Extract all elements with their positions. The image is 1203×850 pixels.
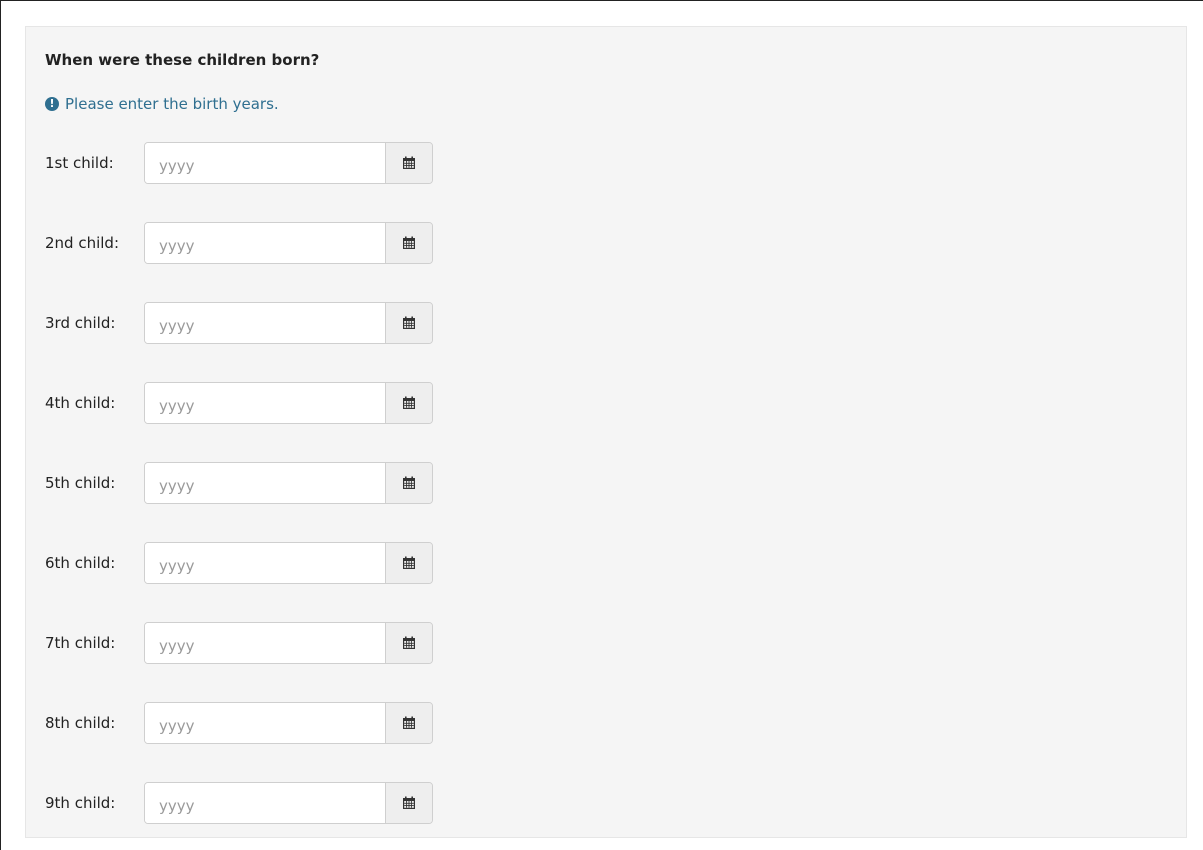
- child-row-3: 3rd child:: [45, 301, 433, 345]
- year-input-4[interactable]: [145, 383, 385, 423]
- year-input-group-3: [144, 302, 433, 344]
- year-input-group-2: [144, 222, 433, 264]
- child-row-2: 2nd child:: [45, 221, 433, 265]
- child-row-1: 1st child:: [45, 141, 433, 185]
- child-label-3: 3rd child:: [45, 314, 116, 332]
- year-input-group-7: [144, 622, 433, 664]
- year-input-5[interactable]: [145, 463, 385, 503]
- child-row-6: 6th child:: [45, 541, 433, 585]
- calendar-icon: [403, 316, 415, 329]
- calendar-icon: [403, 636, 415, 649]
- child-row-9: 9th child:: [45, 781, 433, 825]
- calendar-icon: [403, 716, 415, 729]
- calendar-icon: [403, 556, 415, 569]
- child-label-2: 2nd child:: [45, 234, 120, 252]
- calendar-icon: [403, 396, 415, 409]
- year-input-group-5: [144, 462, 433, 504]
- calendar-icon: [403, 476, 415, 489]
- calendar-icon: [403, 796, 415, 809]
- question-title: When were these children born?: [45, 51, 320, 69]
- calendar-button-2[interactable]: [385, 223, 432, 263]
- calendar-button-6[interactable]: [385, 543, 432, 583]
- year-input-group-6: [144, 542, 433, 584]
- child-label-5: 5th child:: [45, 474, 116, 492]
- hint-text: Please enter the birth years.: [65, 95, 279, 113]
- child-label-4: 4th child:: [45, 394, 116, 412]
- child-label-6: 6th child:: [45, 554, 116, 572]
- exclamation-circle-icon: !: [45, 97, 59, 111]
- calendar-button-7[interactable]: [385, 623, 432, 663]
- year-input-8[interactable]: [145, 703, 385, 743]
- calendar-button-9[interactable]: [385, 783, 432, 823]
- calendar-button-8[interactable]: [385, 703, 432, 743]
- page-frame: When were these children born? ! Please …: [0, 0, 1203, 850]
- child-label-9: 9th child:: [45, 794, 116, 812]
- child-label-8: 8th child:: [45, 714, 116, 732]
- child-row-5: 5th child:: [45, 461, 433, 505]
- year-input-group-8: [144, 702, 433, 744]
- year-input-6[interactable]: [145, 543, 385, 583]
- year-input-group-1: [144, 142, 433, 184]
- hint-message: ! Please enter the birth years.: [45, 95, 279, 113]
- child-row-7: 7th child:: [45, 621, 433, 665]
- child-row-4: 4th child:: [45, 381, 433, 425]
- child-label-1: 1st child:: [45, 154, 114, 172]
- year-input-group-4: [144, 382, 433, 424]
- year-input-7[interactable]: [145, 623, 385, 663]
- year-input-1[interactable]: [145, 143, 385, 183]
- calendar-button-1[interactable]: [385, 143, 432, 183]
- calendar-icon: [403, 156, 415, 169]
- child-label-7: 7th child:: [45, 634, 116, 652]
- year-input-3[interactable]: [145, 303, 385, 343]
- calendar-icon: [403, 236, 415, 249]
- year-input-2[interactable]: [145, 223, 385, 263]
- year-input-group-9: [144, 782, 433, 824]
- birth-years-panel: When were these children born? ! Please …: [25, 26, 1187, 838]
- calendar-button-5[interactable]: [385, 463, 432, 503]
- calendar-button-4[interactable]: [385, 383, 432, 423]
- calendar-button-3[interactable]: [385, 303, 432, 343]
- year-input-9[interactable]: [145, 783, 385, 823]
- child-row-8: 8th child:: [45, 701, 433, 745]
